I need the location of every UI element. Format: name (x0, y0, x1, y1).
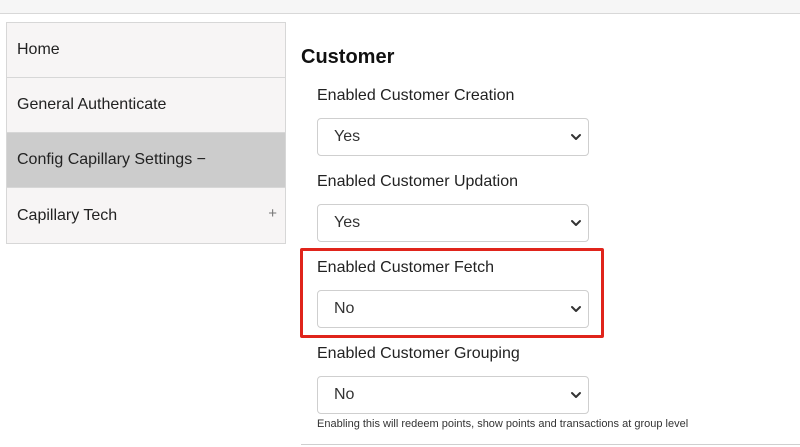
sidebar-item-home[interactable]: Home (7, 23, 285, 78)
field-customer-updation: Enabled Customer Updation Yes (317, 172, 589, 242)
field-customer-creation: Enabled Customer Creation Yes (317, 86, 589, 156)
sidebar-item-general-authenticate[interactable]: General Authenticate (7, 78, 285, 133)
sidebar-item-label: Config Capillary Settings − (17, 151, 206, 168)
customer-updation-select[interactable]: Yes (317, 204, 589, 242)
sidebar-menu: Home General Authenticate Config Capilla… (6, 22, 286, 244)
top-bar (0, 0, 800, 14)
grouping-help-text: Enabling this will redeem points, show p… (317, 418, 689, 430)
select-value: No (334, 386, 355, 403)
select-value: Yes (334, 214, 361, 231)
section-title: Customer (301, 46, 395, 68)
chevron-down-icon (571, 134, 581, 140)
field-label: Enabled Customer Creation (317, 87, 515, 104)
divider (301, 444, 800, 445)
select-value: Yes (334, 128, 361, 145)
customer-grouping-select[interactable]: No (317, 376, 589, 414)
highlight-box (300, 248, 604, 338)
field-label: Enabled Customer Grouping (317, 345, 520, 362)
expand-plus-icon[interactable]: + (268, 205, 277, 222)
chevron-down-icon (571, 392, 581, 398)
sidebar-item-label: Home (17, 41, 60, 58)
field-customer-grouping: Enabled Customer Grouping No Enabling th… (317, 344, 688, 430)
sidebar-item-label: General Authenticate (17, 96, 167, 113)
sidebar-item-label: Capillary Tech (17, 206, 118, 224)
customer-creation-select[interactable]: Yes (317, 118, 589, 156)
sidebar-item-capillary-tech[interactable]: Capillary Tech + (7, 188, 285, 243)
settings-panel: Customer Enabled Customer Creation Yes E… (301, 44, 781, 430)
field-label: Enabled Customer Updation (317, 173, 519, 190)
sidebar-item-config-capillary-settings[interactable]: Config Capillary Settings − (7, 133, 285, 188)
chevron-down-icon (571, 220, 581, 226)
